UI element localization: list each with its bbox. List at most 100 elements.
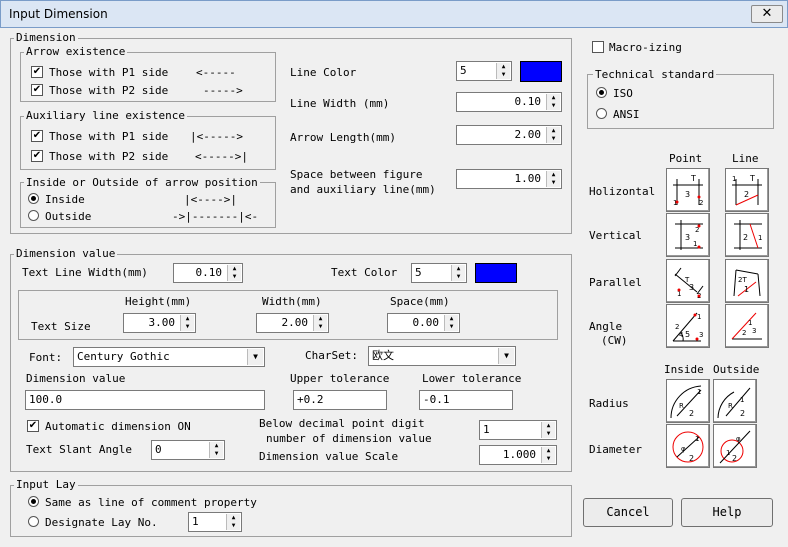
lay-number-spinner[interactable]: ▲ ▼ bbox=[226, 514, 240, 530]
text-line-width-spinner[interactable]: ▲ ▼ bbox=[227, 265, 241, 281]
text-space-input[interactable]: 0.00 ▲ ▼ bbox=[387, 313, 460, 333]
line-color-spinner[interactable]: ▲ ▼ bbox=[496, 63, 510, 79]
point-column-header: Point bbox=[669, 152, 703, 165]
line-width-spinner[interactable]: ▲ ▼ bbox=[546, 94, 560, 110]
cancel-button[interactable]: Cancel bbox=[583, 498, 673, 527]
lower-tolerance-input[interactable]: -0.1 bbox=[419, 390, 513, 410]
text-size-label: Text Size bbox=[31, 320, 91, 333]
ansi-label: ANSI bbox=[613, 108, 640, 121]
svg-text:T: T bbox=[749, 174, 755, 183]
iso-radio[interactable] bbox=[596, 87, 607, 98]
line-width-label: Line Width (mm) bbox=[290, 97, 390, 110]
diameter-label: Diameter bbox=[589, 443, 642, 456]
inside-column-header: Inside bbox=[664, 363, 704, 376]
text-color-select[interactable]: 5 ▲ ▼ bbox=[411, 263, 467, 283]
upper-tolerance-input[interactable]: +0.2 bbox=[293, 390, 387, 410]
inside-label: Inside bbox=[45, 193, 85, 206]
slant-input[interactable]: 0 ▲ ▼ bbox=[151, 440, 225, 460]
arrow-position-legend: Inside or Outside of arrow position bbox=[24, 176, 260, 189]
radius-outside-icon: R1 2 bbox=[717, 387, 751, 419]
text-line-width-label: Text Line Width(mm) bbox=[22, 266, 148, 279]
svg-text:T: T bbox=[690, 174, 696, 183]
parallel-point-button[interactable]: T312 bbox=[666, 259, 710, 303]
font-value: Century Gothic bbox=[77, 350, 170, 363]
text-color-swatch[interactable] bbox=[475, 263, 517, 283]
arrow-p2-checkbox[interactable]: ✔ bbox=[31, 84, 43, 96]
dim-value-input[interactable]: 100.0 bbox=[25, 390, 265, 410]
diameter-outside-button[interactable]: φ12 bbox=[713, 424, 757, 468]
vertical-line-button[interactable]: 21 bbox=[725, 213, 769, 257]
title-bar: Input Dimension ✕ bbox=[0, 0, 788, 28]
charset-select[interactable]: 欧文 ▼ bbox=[368, 346, 516, 366]
line-color-select[interactable]: 5 ▲ ▼ bbox=[456, 61, 512, 81]
holizontal-point-icon: 3T1 2 bbox=[673, 174, 703, 207]
text-color-spinner[interactable]: ▲ ▼ bbox=[451, 265, 465, 281]
auto-dimension-checkbox[interactable]: ✔ bbox=[27, 420, 39, 432]
font-select[interactable]: Century Gothic ▼ bbox=[73, 347, 265, 367]
text-line-width-input[interactable]: 0.10 ▲ ▼ bbox=[173, 263, 243, 283]
radius-inside-button[interactable]: R 1 2 bbox=[666, 379, 710, 423]
parallel-point-icon: T312 bbox=[674, 267, 704, 300]
slant-spinner[interactable]: ▲ ▼ bbox=[209, 442, 223, 458]
arrow-length-spinner[interactable]: ▲ ▼ bbox=[546, 127, 560, 143]
svg-text:1: 1 bbox=[695, 435, 699, 443]
aux-p2-checkbox[interactable]: ✔ bbox=[31, 150, 43, 162]
dimension-legend: Dimension bbox=[14, 31, 78, 44]
svg-text:1: 1 bbox=[748, 319, 752, 327]
dimension-value-legend: Dimension value bbox=[14, 247, 118, 260]
arrow-p1-checkbox[interactable]: ✔ bbox=[31, 66, 43, 78]
arrow-length-input[interactable]: 2.00 ▲ ▼ bbox=[456, 125, 562, 145]
inside-radio[interactable] bbox=[28, 193, 39, 204]
line-width-value: 0.10 bbox=[514, 95, 542, 108]
lower-tolerance-label: Lower tolerance bbox=[422, 372, 522, 385]
holizontal-point-button[interactable]: 3T12 bbox=[666, 168, 710, 212]
same-as-comment-radio[interactable] bbox=[28, 496, 39, 507]
lay-number-input[interactable]: 1 ▲ ▼ bbox=[188, 512, 242, 532]
close-button[interactable]: ✕ bbox=[751, 5, 783, 23]
angle-line-icon: 132 bbox=[731, 312, 762, 340]
text-width-input[interactable]: 2.00 ▲ ▼ bbox=[256, 313, 329, 333]
svg-text:3: 3 bbox=[685, 233, 690, 242]
macro-checkbox[interactable] bbox=[592, 41, 604, 53]
svg-text:2: 2 bbox=[742, 329, 746, 337]
font-dropdown-arrow[interactable]: ▼ bbox=[247, 349, 263, 365]
holizontal-line-button[interactable]: 2T 1 bbox=[725, 168, 769, 212]
text-height-spinner[interactable]: ▲ ▼ bbox=[180, 315, 194, 331]
angle-point-button[interactable]: 245 1 3 bbox=[666, 304, 710, 348]
font-label: Font: bbox=[29, 351, 63, 364]
text-space-spinner[interactable]: ▲ ▼ bbox=[444, 315, 458, 331]
aux-p1-label: Those with P1 side bbox=[49, 130, 169, 143]
space-between-input[interactable]: 1.00 ▲ ▼ bbox=[456, 169, 562, 189]
svg-text:1: 1 bbox=[697, 313, 701, 321]
line-color-value: 5 bbox=[460, 64, 467, 77]
decimal-label-1: Below decimal point digit bbox=[259, 417, 425, 430]
svg-text:φ: φ bbox=[736, 435, 741, 443]
parallel-line-button[interactable]: 2T 1 bbox=[725, 259, 769, 303]
outside-radio[interactable] bbox=[28, 210, 39, 221]
vertical-point-button[interactable]: 321 bbox=[666, 213, 710, 257]
space-label: Space(mm) bbox=[390, 295, 450, 308]
angle-line-button[interactable]: 132 bbox=[725, 304, 769, 348]
upper-tolerance-value: +0.2 bbox=[297, 393, 324, 406]
charset-dropdown-arrow[interactable]: ▼ bbox=[498, 348, 514, 364]
scale-spinner[interactable]: ▲ ▼ bbox=[541, 447, 555, 463]
arrow-p1-label: Those with P1 side bbox=[49, 66, 169, 79]
text-height-input[interactable]: 3.00 ▲ ▼ bbox=[123, 313, 196, 333]
decimal-input[interactable]: 1 ▲ ▼ bbox=[479, 420, 557, 440]
svg-text:1: 1 bbox=[693, 240, 697, 248]
designate-lay-radio[interactable] bbox=[28, 516, 39, 527]
diameter-inside-button[interactable]: φ 1 2 bbox=[666, 424, 710, 468]
line-color-swatch[interactable] bbox=[520, 61, 562, 82]
scale-input[interactable]: 1.000 ▲ ▼ bbox=[479, 445, 557, 465]
radius-outside-button[interactable]: R1 2 bbox=[713, 379, 757, 423]
svg-text:2: 2 bbox=[689, 454, 694, 463]
ansi-radio[interactable] bbox=[596, 108, 607, 119]
svg-text:2T: 2T bbox=[738, 276, 747, 284]
aux-p2-glyph: <----->| bbox=[195, 150, 248, 163]
line-width-input[interactable]: 0.10 ▲ ▼ bbox=[456, 92, 562, 112]
text-width-spinner[interactable]: ▲ ▼ bbox=[313, 315, 327, 331]
space-between-spinner[interactable]: ▲ ▼ bbox=[546, 171, 560, 187]
help-button[interactable]: Help bbox=[681, 498, 773, 527]
aux-p1-checkbox[interactable]: ✔ bbox=[31, 130, 43, 142]
decimal-spinner[interactable]: ▲ ▼ bbox=[541, 422, 555, 438]
